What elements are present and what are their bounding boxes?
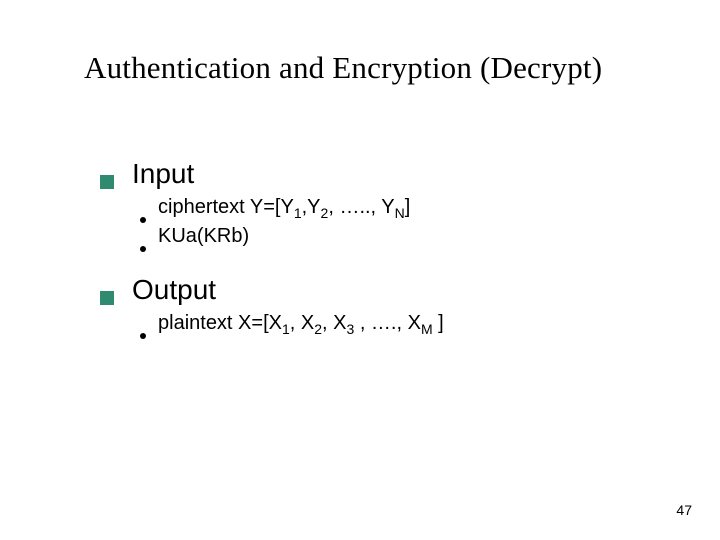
square-bullet-icon [100, 175, 114, 189]
subscript: M [421, 321, 433, 337]
bullet-level2: KUa(KRb) [140, 225, 660, 248]
slide: Authentication and Encryption (Decrypt) … [0, 0, 720, 540]
dot-bullet-icon [140, 217, 146, 223]
text-run: , X [322, 312, 346, 334]
text-run: plaintext X=[X [158, 312, 282, 334]
subscript: 2 [314, 321, 322, 337]
list-item: ciphertext Y=[Y1,Y2, ….., YN] [158, 196, 410, 219]
section-heading: Input [132, 158, 194, 190]
section-heading: Output [132, 274, 216, 306]
bullet-level2: plaintext X=[X1, X2, X3 , …., XM ] [140, 312, 660, 335]
subscript: 1 [294, 205, 302, 221]
subscript: N [395, 205, 405, 221]
subscript: 1 [282, 321, 290, 337]
bullet-level2: ciphertext Y=[Y1,Y2, ….., YN] [140, 196, 660, 219]
slide-body: Input ciphertext Y=[Y1,Y2, ….., YN] KUa(… [100, 140, 660, 335]
text-run: , …., X [354, 312, 421, 334]
bullet-level1: Input [100, 158, 660, 190]
slide-title: Authentication and Encryption (Decrypt) [84, 50, 602, 86]
dot-bullet-icon [140, 333, 146, 339]
text-run: , X [290, 312, 314, 334]
text-run: ] [405, 196, 411, 218]
page-number: 47 [676, 502, 692, 518]
text-run: ,Y [302, 196, 321, 218]
text-run: ciphertext Y=[Y [158, 196, 294, 218]
bullet-level1: Output [100, 274, 660, 306]
list-item: plaintext X=[X1, X2, X3 , …., XM ] [158, 312, 444, 335]
text-run: , ….., Y [328, 196, 394, 218]
square-bullet-icon [100, 291, 114, 305]
text-run: ] [433, 312, 444, 334]
dot-bullet-icon [140, 246, 146, 252]
list-item: KUa(KRb) [158, 225, 249, 248]
